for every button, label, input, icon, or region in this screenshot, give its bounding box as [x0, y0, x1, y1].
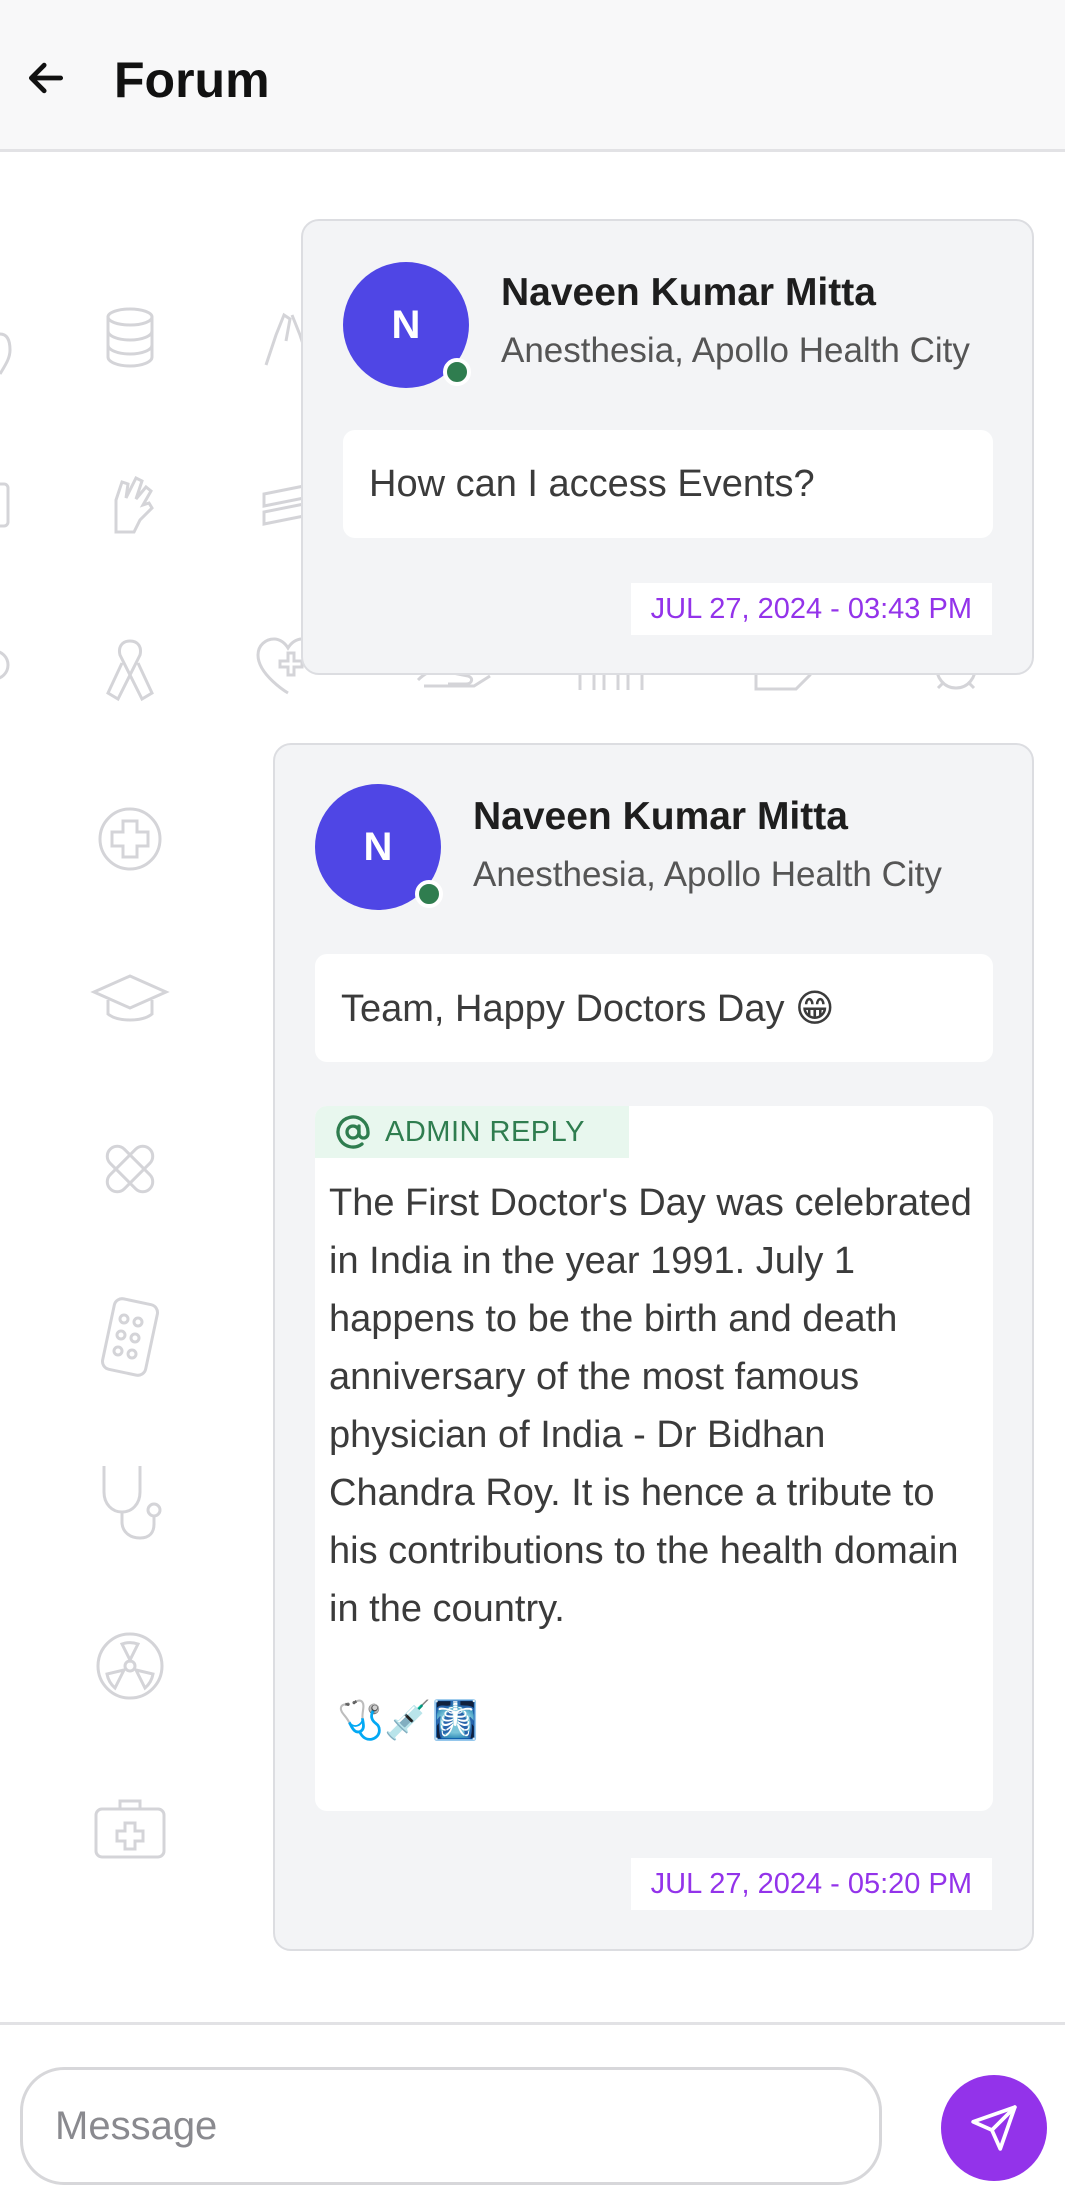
forum-post[interactable]: N Naveen Kumar Mitta Anesthesia, Apollo …	[301, 219, 1034, 675]
author-role: Anesthesia, Apollo Health City	[473, 855, 942, 894]
admin-reply-tag: ADMIN REPLY	[315, 1106, 629, 1158]
admin-reply: ADMIN REPLY The First Doctor's Day was c…	[315, 1106, 993, 1811]
first-aid-kit-icon	[94, 1799, 166, 1859]
admin-reply-emojis: 🩺💉🩻	[337, 1698, 479, 1742]
online-status-indicator	[443, 358, 471, 386]
coins-icon	[106, 307, 154, 368]
partial-icon-left-3	[0, 650, 10, 680]
message-composer	[0, 2022, 1065, 2202]
hand-icon	[114, 475, 154, 534]
online-status-indicator	[415, 880, 443, 908]
arrow-left-icon	[28, 62, 64, 94]
page-title: Forum	[114, 52, 270, 108]
partial-icon-left-2	[0, 482, 10, 528]
back-button[interactable]	[18, 50, 74, 106]
ribbon-icon	[106, 639, 154, 702]
admin-reply-label: ADMIN REPLY	[385, 1115, 585, 1148]
graduation-cap-icon	[90, 974, 170, 1022]
avatar-initial: N	[363, 824, 393, 869]
forum-post[interactable]: N Naveen Kumar Mitta Anesthesia, Apollo …	[273, 743, 1034, 1951]
message-timestamp: JUL 27, 2024 - 05:20 PM	[630, 1858, 992, 1910]
stethoscope-icon	[102, 1466, 162, 1540]
message-timestamp: JUL 27, 2024 - 03:43 PM	[630, 583, 992, 635]
send-button[interactable]	[941, 2075, 1047, 2181]
author-role: Anesthesia, Apollo Health City	[501, 331, 970, 370]
partial-icon-left	[0, 332, 12, 375]
send-icon	[971, 2105, 1017, 2151]
forum-screen: Forum N Naveen Kumar Mitta Anesthesia, A…	[0, 0, 1065, 2202]
message-text: How can I access Events?	[343, 430, 993, 538]
at-sign-icon	[336, 1115, 370, 1149]
author-name[interactable]: Naveen Kumar Mitta	[473, 795, 848, 839]
author-name[interactable]: Naveen Kumar Mitta	[501, 271, 876, 315]
message-input[interactable]	[20, 2067, 882, 2185]
pill-pack-icon	[100, 1297, 160, 1377]
avatar[interactable]: N	[315, 784, 443, 910]
admin-reply-text: The First Doctor's Day was celebrated in…	[329, 1182, 972, 1630]
bandage-icon	[105, 1144, 155, 1194]
plus-circle-icon	[98, 807, 162, 871]
radiation-icon	[96, 1632, 164, 1700]
avatar[interactable]: N	[343, 262, 471, 388]
message-text: Team, Happy Doctors Day 😁	[315, 954, 993, 1062]
app-header: Forum	[0, 0, 1065, 152]
avatar-initial: N	[391, 302, 421, 347]
